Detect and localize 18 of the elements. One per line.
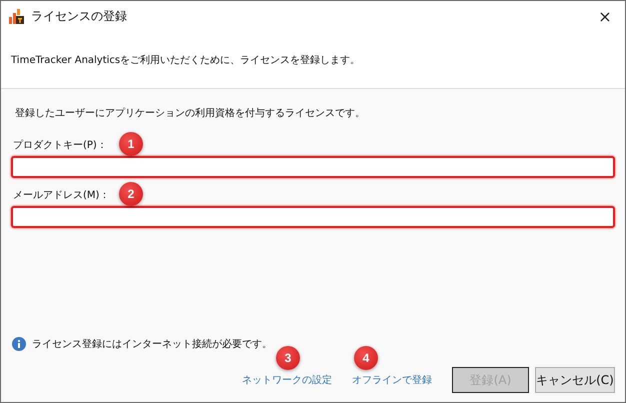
input-field[interactable] <box>11 156 615 178</box>
app-logo-icon <box>9 8 25 24</box>
info-icon <box>12 337 26 351</box>
link[interactable]: オフラインで登録 <box>352 375 432 386</box>
info-text: ライセンス登録にはインターネット接続が必要です。 <box>32 338 272 351</box>
callout-badge: 4 <box>354 346 378 370</box>
description-text: 登録したユーザーにアプリケーションの利用資格を付与するライセンスです。 <box>15 108 365 119</box>
field-label: プロダクトキー(P)： <box>12 138 107 152</box>
callout-badge: 1 <box>119 132 143 156</box>
input-field[interactable] <box>11 206 615 228</box>
field-label: メールアドレス(M)： <box>12 189 110 202</box>
callout-badge: 2 <box>119 182 143 206</box>
header-text: TimeTracker Analyticsをご利用いただくために、ライセンスを登録します。 <box>11 54 360 67</box>
window-title: ライセンスの登録 <box>31 8 128 25</box>
close-icon[interactable]: × <box>585 7 625 26</box>
callout-badge: 3 <box>276 346 300 370</box>
cancel-button[interactable]: キャンセル(C) <box>535 367 615 393</box>
link[interactable]: ネットワークの設定 <box>242 375 332 386</box>
